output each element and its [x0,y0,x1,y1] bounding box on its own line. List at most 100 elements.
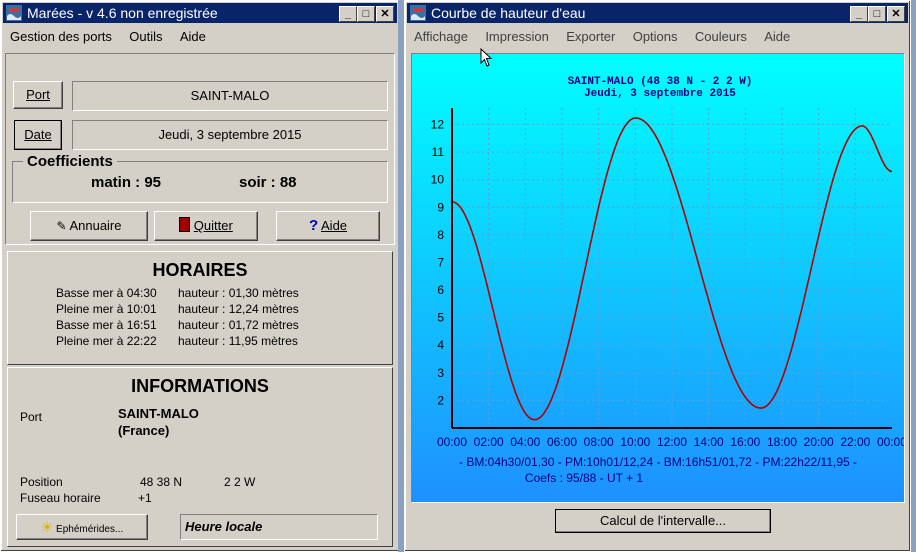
mouse-cursor-icon [480,48,493,67]
horaire-height-2: hauteur : 12,24 mètres [178,302,299,316]
coef-soir: soir : 88 [239,174,297,191]
info-port-name: SAINT-MALO [118,406,199,421]
chart-titlebar[interactable]: Courbe de hauteur d'eau _ □ ✕ [407,3,908,23]
chart-frame: SAINT-MALO (48 38 N - 2 2 W) Jeudi, 3 se… [411,53,905,503]
port-field: SAINT-MALO [72,81,388,111]
horaire-event-2: Pleine mer à 10:01 [56,302,157,316]
x-tick-label: 00:00 [437,435,467,449]
y-tick-label: 4 [437,338,444,352]
port-button[interactable]: Port [13,81,63,109]
chart-maximize-button[interactable]: □ [868,6,886,22]
info-port-label: Port [20,410,43,424]
menu-impression[interactable]: Impression [478,25,556,44]
y-tick-label: 11 [432,145,445,159]
horaires-panel: HORAIRES Basse mer à 04:30 hauteur : 01,… [7,251,393,365]
coefficients-label: Coefficients [23,153,117,170]
x-tick-label: 02:00 [474,435,504,449]
close-button[interactable]: ✕ [376,6,394,22]
help-icon: ? [308,217,319,234]
menu-aide-chart[interactable]: Aide [757,25,797,44]
info-country: (France) [118,423,170,438]
chart-subtitle: Jeudi, 3 septembre 2015 [584,88,736,100]
y-tick-label: 7 [437,255,444,269]
info-longitude: 2 2 W [224,475,256,489]
annuaire-button[interactable]: ✎ Annuaire [30,211,148,241]
aide-label: Aide [321,218,348,233]
y-tick-label: 6 [437,283,444,297]
y-tick-label: 3 [437,366,444,380]
y-tick-label: 2 [437,393,444,407]
chart-footer-line2: Coefs : 95/88 - UT + 1 [525,471,643,485]
horaire-event-4: Pleine mer à 22:22 [56,334,157,348]
chart-title: SAINT-MALO (48 38 N - 2 2 W) [568,76,753,88]
y-tick-label: 8 [437,228,444,242]
info-latitude: 48 38 N [140,475,183,489]
chart-app-icon [410,5,426,21]
local-time-field: Heure locale [180,514,378,540]
quitter-label: Quitter [193,218,233,233]
x-tick-label: 00:00 [877,435,904,449]
menu-options[interactable]: Options [626,25,685,44]
x-tick-label: 22:00 [840,435,870,449]
port-button-label: Port [26,87,50,102]
menu-outils[interactable]: Outils [122,25,169,44]
date-button-label: Date [24,127,52,142]
app-icon [6,5,22,21]
annuaire-icon: ✎ [56,219,67,233]
y-tick-label: 12 [431,118,445,132]
x-tick-label: 18:00 [767,435,797,449]
info-position-label: Position [20,475,63,489]
horaire-height-3: hauteur : 01,72 mètres [178,318,299,332]
horaire-height-1: hauteur : 01,30 mètres [178,286,299,300]
x-tick-label: 04:00 [510,435,540,449]
menu-gestion-ports[interactable]: Gestion des ports [3,25,119,44]
x-tick-label: 08:00 [584,435,614,449]
main-window: Marées - v 4.6 non enregistrée _ □ ✕ Ges… [0,0,400,552]
local-time-label: Heure locale [185,519,263,534]
quitter-button[interactable]: Quitter [154,211,258,241]
y-tick-label: 10 [431,173,445,187]
info-timezone-label: Fuseau horaire [20,491,101,505]
aide-button[interactable]: ? Aide [276,211,380,241]
chart-close-button[interactable]: ✕ [887,6,905,22]
tide-chart: SAINT-MALO (48 38 N - 2 2 W) Jeudi, 3 se… [412,54,904,502]
date-field: Jeudi, 3 septembre 2015 [72,120,388,150]
chart-window: Courbe de hauteur d'eau _ □ ✕ Affichage … [404,0,911,552]
y-tick-label: 9 [437,200,444,214]
menu-exporter[interactable]: Exporter [559,25,622,44]
informations-panel: INFORMATIONS Port SAINT-MALO (France) Po… [7,367,393,547]
door-icon [179,217,191,232]
interval-label: Calcul de l'intervalle... [599,513,727,528]
main-titlebar[interactable]: Marées - v 4.6 non enregistrée _ □ ✕ [3,3,397,23]
sun-icon: ☀ [40,519,54,535]
horaire-event-3: Basse mer à 16:51 [56,318,157,332]
menu-affichage[interactable]: Affichage [407,25,475,44]
x-tick-label: 10:00 [620,435,650,449]
y-tick-label: 5 [437,311,444,325]
x-tick-label: 20:00 [804,435,834,449]
date-button[interactable]: Date [14,120,62,150]
maximize-button[interactable]: □ [357,6,375,22]
x-tick-label: 06:00 [547,435,577,449]
ephemerides-label: Ephémérides... [56,524,124,535]
informations-title: INFORMATIONS [131,376,269,396]
menu-aide[interactable]: Aide [173,25,213,44]
coefficients-group: Coefficients matin : 95 soir : 88 [12,153,388,203]
chart-minimize-button[interactable]: _ [850,6,868,22]
main-window-title: Marées - v 4.6 non enregistrée [27,5,218,21]
port-panel: Port SAINT-MALO Date Jeudi, 3 septembre … [5,53,395,245]
info-timezone-value: +1 [138,491,152,505]
x-tick-label: 12:00 [657,435,687,449]
ephemerides-button[interactable]: ☀ Ephémérides... [16,514,148,540]
menu-couleurs[interactable]: Couleurs [688,25,754,44]
horaire-event-1: Basse mer à 04:30 [56,286,157,300]
annuaire-label: Annuaire [69,218,122,233]
horaires-title: HORAIRES [152,260,248,280]
interval-button[interactable]: Calcul de l'intervalle... [555,509,771,533]
main-menubar: Gestion des ports Outils Aide [3,25,397,47]
minimize-button[interactable]: _ [339,6,357,22]
coef-matin: matin : 95 [91,174,162,191]
x-tick-label: 14:00 [694,435,724,449]
chart-menubar: Affichage Impression Exporter Options Co… [407,25,908,47]
x-tick-label: 16:00 [730,435,760,449]
